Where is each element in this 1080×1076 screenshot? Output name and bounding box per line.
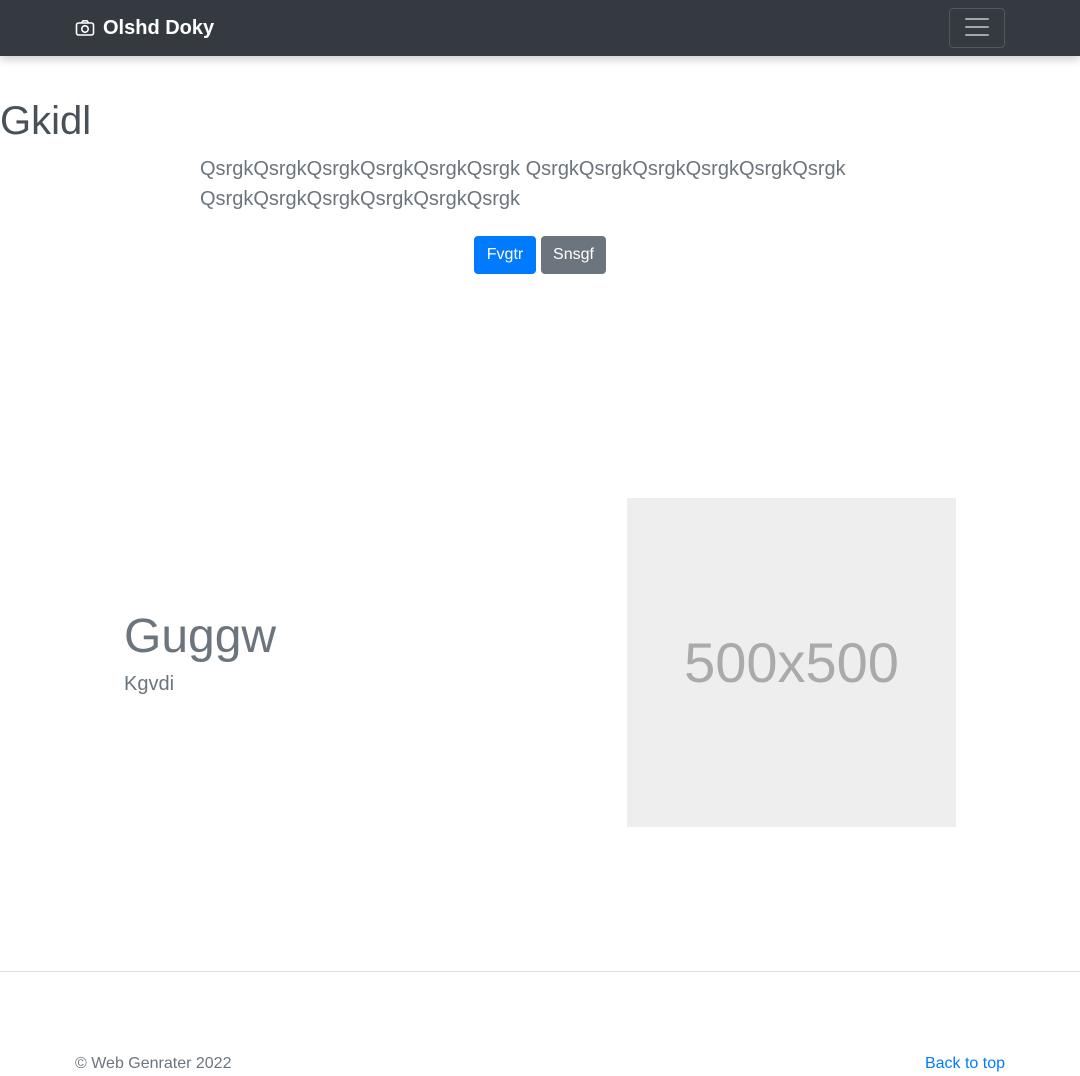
feature-subheading: Kgvdi [124, 673, 175, 695]
hero-title: Gkidl [0, 99, 92, 143]
brand-link[interactable]: Olshd Doky [75, 0, 214, 56]
brand-label: Olshd Doky [103, 16, 215, 39]
hero-lead: QsrgkQsrgkQsrgkQsrgkQsrgkQsrgk QsrgkQsrg… [200, 158, 846, 210]
navbar: Olshd Doky [0, 0, 1080, 56]
footer-copyright: © Web Genrater 2022 [75, 1055, 232, 1072]
footer-divider [0, 971, 1080, 972]
secondary-button[interactable]: Snsgf [541, 236, 606, 274]
hamburger-menu-icon [962, 12, 992, 45]
image-placeholder-label: 500x500 [684, 631, 899, 694]
primary-button[interactable]: Fvgtr [474, 236, 536, 274]
hero-buttons: Fvgtr Snsgf [0, 236, 1080, 274]
image-placeholder: 500x500 [627, 498, 956, 827]
feature-heading: Guggw [124, 610, 277, 663]
back-to-top-link[interactable]: Back to top [925, 1055, 1005, 1073]
navbar-toggler-button[interactable] [949, 8, 1005, 48]
camera-icon [75, 18, 95, 38]
